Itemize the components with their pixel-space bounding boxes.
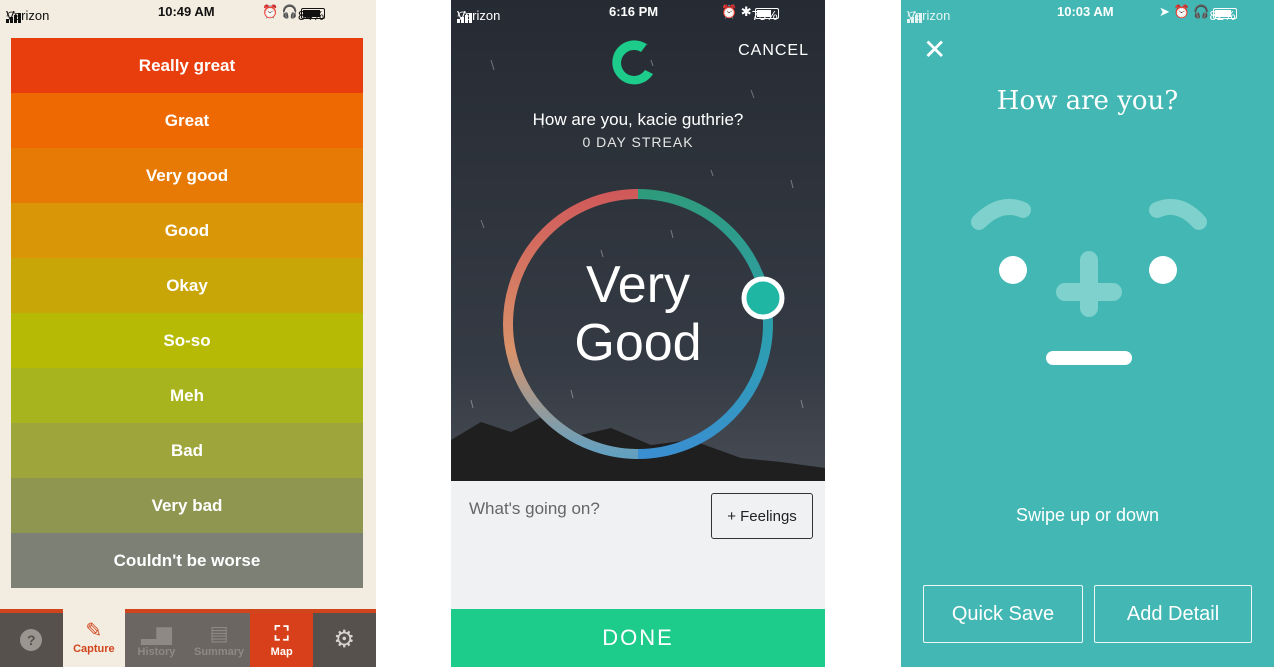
wifi-icon: ◠ [907,8,919,23]
wifi-icon: ◠ [6,8,18,23]
add-detail-button[interactable]: Add Detail [1094,585,1252,643]
wifi-icon: ◠ [457,8,469,23]
status-time: 10:49 AM [158,4,215,19]
battery-icon [754,8,779,19]
checkin-question: How are you, kacie guthrie? [532,110,744,129]
streak-label: 0 DAY STREAK [582,134,694,150]
mood-option[interactable]: Bad [11,423,363,478]
clipboard-icon: ▤ [209,623,229,645]
mood-option[interactable]: Meh [11,368,363,423]
feelings-button[interactable]: + Feelings [711,493,813,539]
done-button[interactable]: DONE [451,609,825,667]
mood-option[interactable]: Great [11,93,363,148]
status-battery: ➤ ⏰ 🎧 82% [1159,4,1237,23]
mood-option[interactable]: So-so [11,313,363,368]
face-mood-screen: Verizon ◠ 10:03 AM ➤ ⏰ 🎧 82% ✕ How are y… [901,0,1274,667]
tab-bar: ? ✎ Capture ▂▆ History ▤ Summary ⛶ Map ⚙ [0,607,376,667]
selected-mood: Very Good [574,256,702,372]
mood-option[interactable]: Very bad [11,478,363,533]
mood-list: Really great Great Very good Good Okay So-so M… [11,38,363,588]
tab-summary[interactable]: ▤ Summary [187,613,251,667]
mood-capture-screen: Verizon ◠ 10:49 AM ⏰ 🎧 84% Really greatG… [0,0,376,667]
status-bar: Verizon ◠ 6:16 PM ⏰ ✱ 73% [451,0,825,23]
close-icon[interactable]: ✕ [923,36,946,64]
checkin-screen: Verizon ◠ 6:16 PM ⏰ ✱ 73% CANCEL How are… [451,0,825,667]
settings-button[interactable]: ⚙ [313,613,376,667]
help-button[interactable]: ? [0,613,63,667]
mood-question: How are you? [996,86,1179,116]
tab-map[interactable]: ⛶ Map [250,613,313,667]
mood-option[interactable]: Couldn't be worse [11,533,363,588]
battery-icon [301,8,325,19]
mood-option[interactable]: Very good [11,148,363,203]
status-time: 6:16 PM [609,4,659,19]
status-battery: ⏰ ✱ 73% [721,4,779,23]
gear-icon: ⚙ [333,626,356,653]
note-input[interactable]: What's going on? [469,499,600,519]
cancel-button[interactable]: CANCEL [738,42,809,60]
tab-history[interactable]: ▂▆ History [125,613,188,667]
note-area: What's going on? + Feelings [451,481,825,609]
edit-icon: ✎ [85,620,103,642]
mood-option[interactable]: Good [11,203,363,258]
swipe-hint: Swipe up or down [1015,505,1160,525]
battery-icon [1212,8,1237,19]
help-icon: ? [20,629,43,651]
status-time: 10:03 AM [1057,4,1114,19]
status-battery: ⏰ 🎧 84% [262,4,325,23]
face-illustration[interactable] [961,190,1221,380]
map-icon: ⛶ [274,623,289,645]
quick-save-button[interactable]: Quick Save [923,585,1083,643]
status-bar: Verizon ◠ 10:49 AM ⏰ 🎧 84% [0,0,376,23]
mood-option[interactable]: Really great [11,38,363,93]
app-logo-icon [612,40,653,85]
tab-capture[interactable]: ✎ Capture [62,607,126,667]
bar-chart-icon: ▂▆ [141,623,172,645]
mood-option[interactable]: Okay [11,258,363,313]
status-bar: Verizon ◠ 10:03 AM ➤ ⏰ 🎧 82% [901,0,1274,23]
